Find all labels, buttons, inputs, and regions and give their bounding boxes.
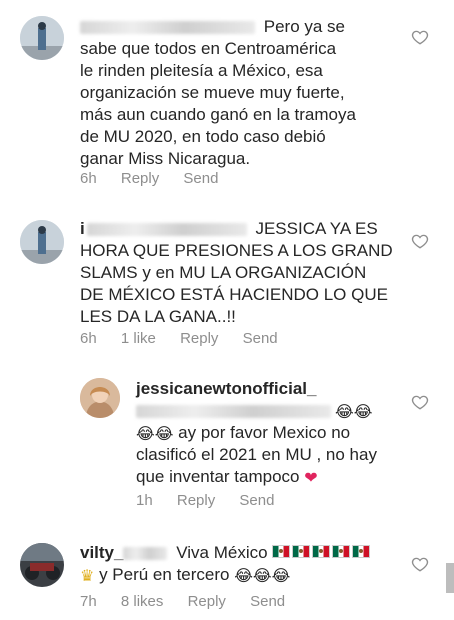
laughing-tears-emoji: 😂	[252, 568, 272, 585]
comment-time: 1h	[136, 492, 153, 509]
heart-outline-icon[interactable]	[411, 555, 429, 573]
mexico-flag-emoji	[332, 545, 351, 558]
comment-line: ganar Miss Nicaragua.	[80, 149, 251, 168]
comment-line: 😂😂	[136, 400, 406, 422]
heart-outline-icon[interactable]	[411, 393, 429, 411]
comment-line: que inventar tampoco ❤	[136, 467, 318, 487]
likes-count[interactable]: 8 likes	[121, 593, 164, 610]
laughing-tears-emoji: 😂	[234, 568, 253, 585]
comment-line: de MU 2020, en todo caso debió	[80, 127, 326, 146]
comment-line: DE MÉXICO ESTÁ HACIENDO LO QUE	[80, 285, 388, 304]
username[interactable]: vilty_	[80, 543, 123, 562]
username[interactable]: jessicanewtonofficial_	[136, 378, 406, 400]
comment-line: LES DA LA GANA..!!	[80, 307, 236, 326]
crown-emoji: ♛	[80, 568, 95, 585]
comment-line: i JESSICA YA ES	[80, 219, 378, 238]
reply-button[interactable]: Reply	[180, 330, 218, 347]
comment-line: 😂😂 ay por favor Mexico no	[136, 423, 351, 443]
comment-line: HORA QUE PRESIONES A LOS GRAND	[80, 241, 393, 260]
laughing-tears-emoji: 😂	[154, 426, 174, 443]
comment-line: clasificó el 2021 en MU , no hay	[136, 445, 377, 464]
red-heart-emoji: ❤	[304, 470, 318, 487]
blurred-username[interactable]	[86, 223, 247, 237]
comment-line: Pero ya se	[80, 16, 420, 38]
comment-time: 6h	[80, 330, 97, 347]
mexico-flag-emoji	[292, 545, 311, 558]
comment-time: 7h	[80, 593, 97, 610]
heart-outline-icon[interactable]	[411, 28, 429, 46]
comment-line: ♛ y Perú en tercero 😂😂😂	[80, 565, 291, 585]
username[interactable]: i	[80, 219, 85, 238]
comment-line: organización se mueve muy fuerte,	[80, 83, 345, 102]
scrollbar[interactable]	[446, 563, 454, 593]
comment-line: más aun cuando ganó en la tramoya	[80, 105, 356, 124]
reply-button[interactable]: Reply	[188, 593, 226, 610]
mexico-flag-emoji	[352, 545, 371, 558]
laughing-tears-emoji: 😂	[136, 426, 155, 443]
comment-line: sabe que todos en Centroamérica	[80, 39, 337, 58]
comment-line: SLAMS y en MU LA ORGANIZACIÓN	[80, 263, 367, 282]
comment-line: le rinden pleitesía a México, esa	[80, 61, 323, 80]
laughing-tears-emoji: 😂	[271, 568, 291, 585]
send-button[interactable]: Send	[250, 593, 285, 610]
reply-button[interactable]: Reply	[121, 170, 159, 187]
laughing-tears-emoji: 😂	[353, 404, 373, 421]
mexico-flag-emoji	[272, 545, 291, 558]
reply-button[interactable]: Reply	[177, 492, 215, 509]
laughing-tears-emoji: 😂	[335, 404, 354, 421]
send-button[interactable]: Send	[183, 170, 218, 187]
comment-line: vilty_ Viva México	[80, 542, 420, 564]
send-button[interactable]: Send	[239, 492, 274, 509]
likes-count[interactable]: 1 like	[121, 330, 156, 347]
mexico-flag-emoji	[312, 545, 331, 558]
avatar[interactable]	[20, 16, 64, 60]
avatar[interactable]	[20, 543, 64, 587]
blurred-mention[interactable]	[136, 405, 331, 419]
blurred-username[interactable]	[80, 21, 255, 35]
comment-time: 6h	[80, 170, 97, 187]
avatar[interactable]	[20, 220, 64, 264]
avatar[interactable]	[80, 378, 120, 418]
send-button[interactable]: Send	[243, 330, 278, 347]
heart-outline-icon[interactable]	[411, 232, 429, 250]
blurred-username[interactable]	[123, 547, 168, 561]
